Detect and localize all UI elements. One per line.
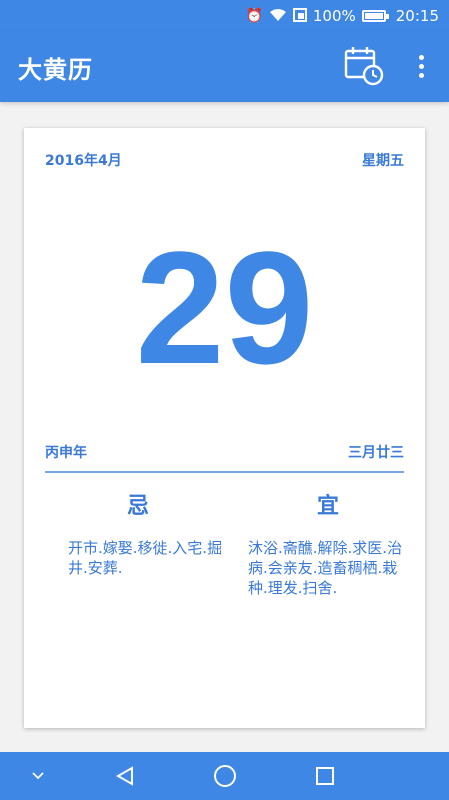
home-circle-icon [214,765,236,787]
sim-icon [292,7,307,25]
hide-nav-button[interactable] [24,752,52,800]
wifi-icon [269,8,287,25]
calendar-clock-icon [344,47,384,86]
year-month: 2016年4月 [45,153,122,169]
divider [45,471,404,473]
home-button[interactable] [210,752,240,800]
lunar-date: 三月廿三 [348,445,404,461]
recents-button[interactable] [310,752,340,800]
avoid-heading: 忌 [126,494,149,519]
alarm-icon: ⏰ [245,8,263,24]
more-vert-icon [418,54,424,60]
battery-icon [361,10,389,22]
navigation-bar [0,752,449,800]
avoid-text: 开市.嫁娶.移徙.入宅.掘井.安葬. [68,539,223,577]
weekday: 星期五 [362,153,404,169]
app-bar: 大黄历 [0,32,449,102]
ganzhi-year: 丙申年 [45,445,87,461]
more-options-button[interactable] [410,46,432,86]
battery-percent: 100% [312,7,356,25]
back-button[interactable] [110,752,140,800]
status-bar: ⏰ 100% 20:15 [0,0,449,32]
suitable-column: 宜 沐浴.斋醮.解除.求医.治病.会亲友.造畜稠栖.栽种.理发.扫舍. [248,488,408,598]
suitable-heading: 宜 [316,494,339,519]
suitable-text: 沐浴.斋醮.解除.求医.治病.会亲友.造畜稠栖.栽种.理发.扫舍. [248,539,403,597]
clock-time: 20:15 [395,7,439,25]
chevron-down-icon [32,772,44,780]
calendar-history-button[interactable] [342,44,386,88]
calendar-card: 2016年4月 星期五 29 丙申年 三月廿三 忌 开市.嫁娶.移徙.入宅.掘井… [24,128,425,728]
recents-square-icon [316,767,334,785]
back-triangle-icon [115,766,133,786]
app-title: 大黄历 [18,55,93,84]
day-number: 29 [135,218,314,397]
avoid-column: 忌 开市.嫁娶.移徙.入宅.掘井.安葬. [68,488,228,578]
